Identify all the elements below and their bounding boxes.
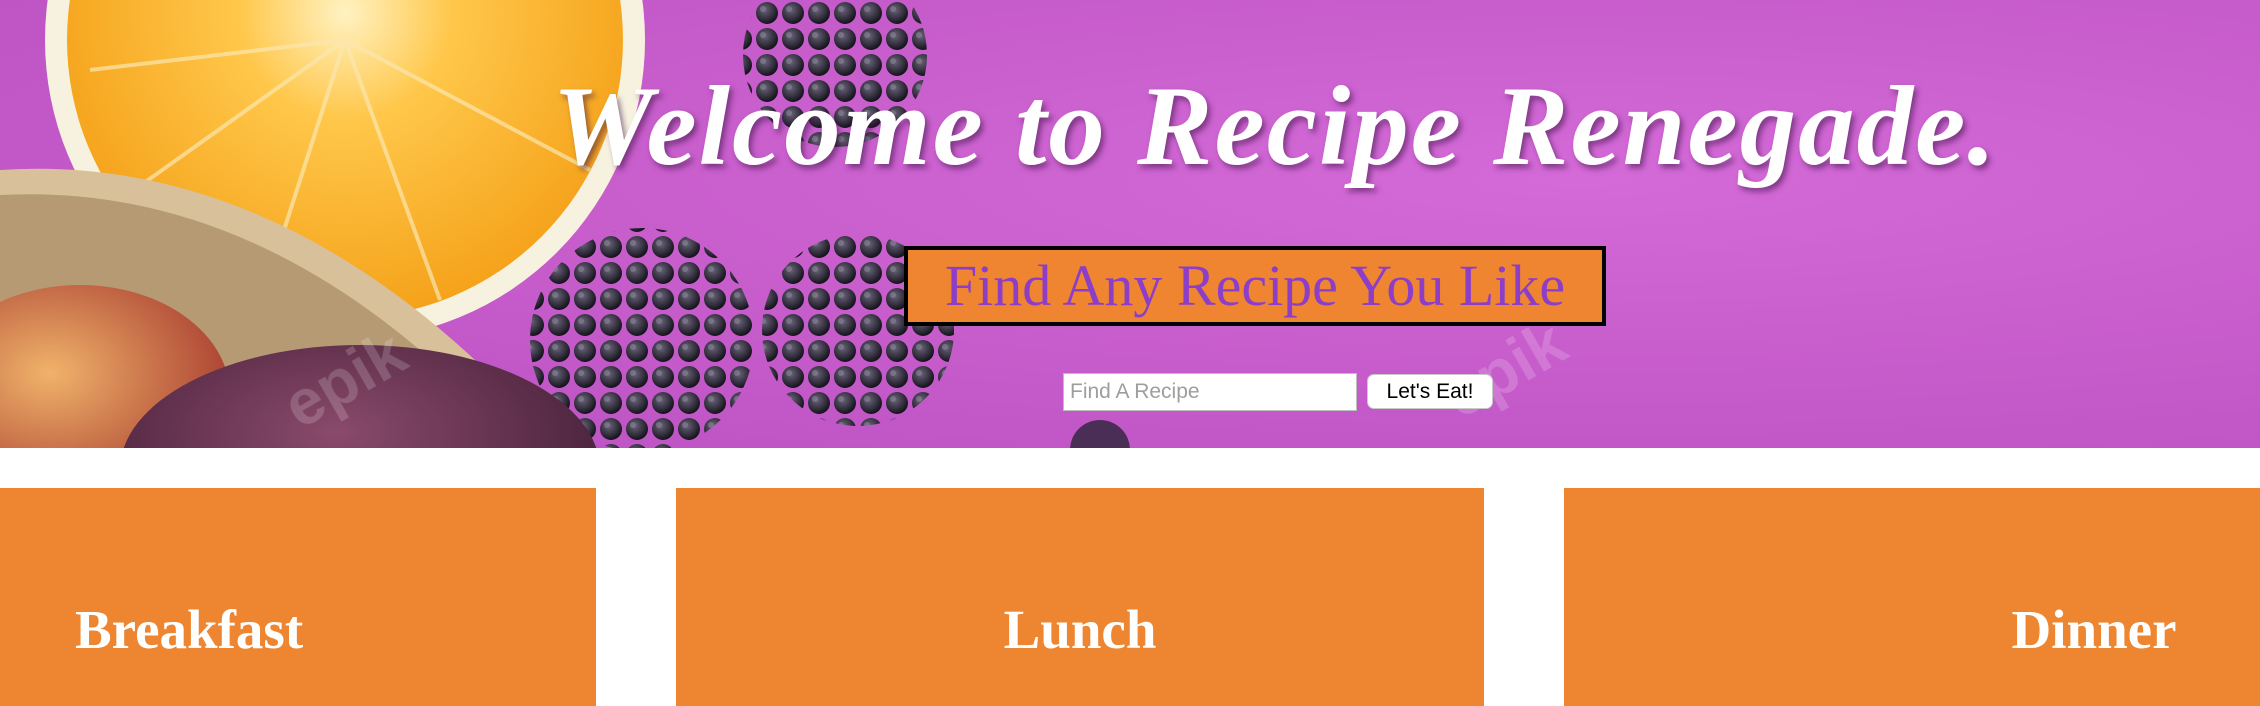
- meal-card-dinner[interactable]: Dinner: [1564, 488, 2260, 706]
- meal-card-breakfast[interactable]: Breakfast: [0, 488, 596, 706]
- meal-card-title: Lunch: [1003, 599, 1157, 660]
- hero-banner: epik epik Welcome to Recipe Renegade. Fi…: [0, 0, 2260, 448]
- meal-card-lunch[interactable]: Lunch: [676, 488, 1484, 706]
- tagline-banner: Find Any Recipe You Like: [904, 246, 1606, 326]
- lets-eat-button[interactable]: Let's Eat!: [1367, 374, 1493, 409]
- meal-card-title: Dinner: [2011, 599, 2177, 660]
- recipe-search-input[interactable]: [1063, 373, 1357, 411]
- site-title: Welcome to Recipe Renegade.: [552, 64, 1998, 189]
- meal-card-title: Breakfast: [75, 599, 304, 660]
